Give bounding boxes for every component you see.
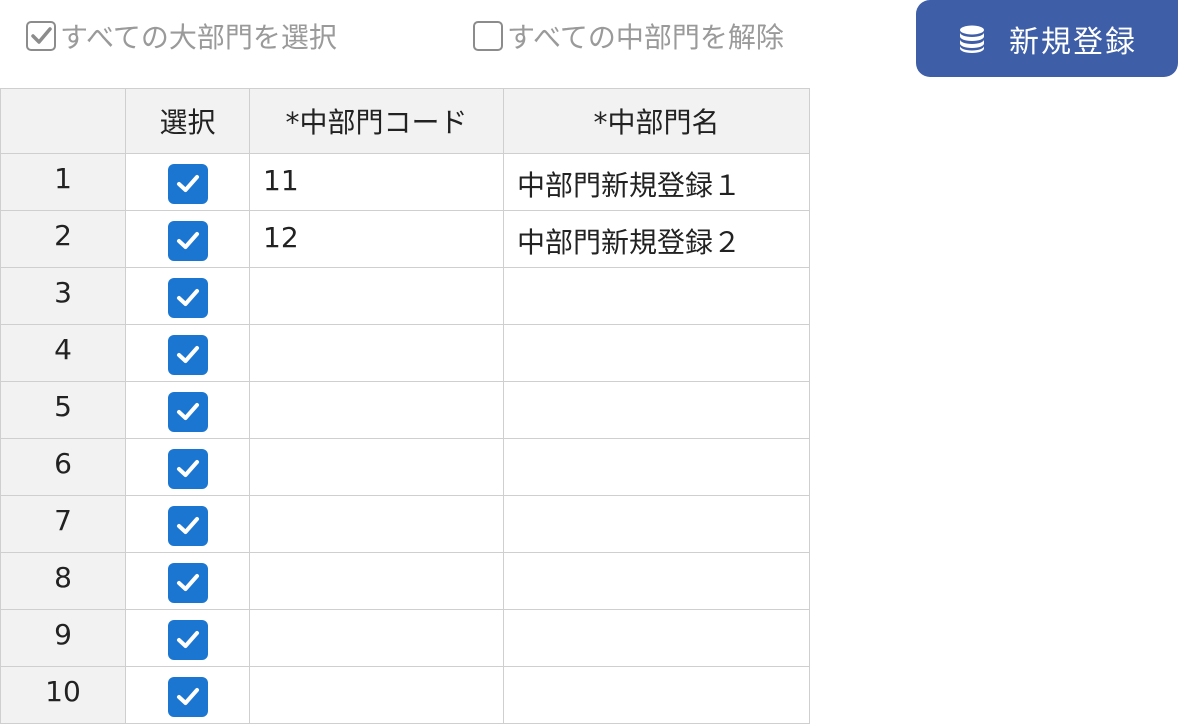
checkbox-checked-icon[interactable]: [26, 21, 56, 51]
table-row: 2 12 中部門新規登録２: [0, 210, 810, 268]
row-select-checkbox[interactable]: [167, 392, 208, 432]
middle-department-code-cell[interactable]: [249, 324, 504, 382]
table-row: 8: [0, 552, 810, 610]
row-number: 9: [0, 609, 126, 667]
select-cell: [125, 438, 250, 496]
middle-department-name-cell[interactable]: 中部門新規登録１: [503, 153, 810, 211]
middle-department-code-cell[interactable]: [249, 552, 504, 610]
checkmark-icon: [176, 175, 199, 192]
table-row: 7: [0, 495, 810, 553]
header-middle-department-code: *中部門コード: [249, 88, 504, 154]
middle-department-table: 選択 *中部門コード *中部門名 1 11 中部門新規登録１ 2 12 中部門新規登録２ 3…: [0, 88, 810, 724]
row-number: 10: [0, 666, 126, 724]
middle-department-name-cell[interactable]: [503, 609, 810, 667]
deselect-all-label: すべての中部門を解除: [507, 21, 784, 54]
select-cell: [125, 267, 250, 325]
checkmark-icon: [176, 517, 199, 534]
row-select-checkbox[interactable]: [167, 164, 208, 204]
select-cell: [125, 495, 250, 553]
middle-department-name-cell[interactable]: [503, 381, 810, 439]
checkmark-icon: [176, 403, 199, 420]
row-select-checkbox[interactable]: [167, 278, 208, 318]
table-row: 5: [0, 381, 810, 439]
row-select-checkbox[interactable]: [167, 677, 208, 717]
select-all-major-departments-toggle[interactable]: すべての大部門を選択: [26, 16, 337, 56]
checkmark-icon: [176, 688, 199, 705]
row-number: 7: [0, 495, 126, 553]
middle-department-code-cell[interactable]: 11: [249, 153, 504, 211]
middle-department-code-cell[interactable]: [249, 381, 504, 439]
checkmark-icon: [176, 346, 199, 363]
row-select-checkbox[interactable]: [167, 563, 208, 603]
select-cell: [125, 552, 250, 610]
middle-department-code-cell[interactable]: [249, 267, 504, 325]
middle-department-code-cell[interactable]: 12: [249, 210, 504, 268]
select-cell: [125, 666, 250, 724]
row-number: 1: [0, 153, 126, 211]
toolbar: すべての大部門を選択 すべての中部門を解除 新規登録: [0, 0, 1178, 80]
table-row: 10: [0, 666, 810, 724]
header-middle-department-name: *中部門名: [503, 88, 810, 154]
table-row: 6: [0, 438, 810, 496]
middle-department-code-cell[interactable]: [249, 609, 504, 667]
row-number: 4: [0, 324, 126, 382]
row-select-checkbox[interactable]: [167, 506, 208, 546]
row-select-checkbox[interactable]: [167, 221, 208, 261]
row-select-checkbox[interactable]: [167, 620, 208, 660]
middle-department-code-cell[interactable]: [249, 495, 504, 553]
checkbox-unchecked-icon[interactable]: [473, 21, 503, 51]
table-row: 3: [0, 267, 810, 325]
select-cell: [125, 609, 250, 667]
checkmark-icon: [176, 460, 199, 477]
row-select-checkbox[interactable]: [167, 449, 208, 489]
checkmark-icon: [176, 289, 199, 306]
row-number: 6: [0, 438, 126, 496]
table-header-row: 選択 *中部門コード *中部門名: [0, 88, 810, 154]
select-cell: [125, 324, 250, 382]
checkmark-icon: [176, 574, 199, 591]
new-register-label: 新規登録: [1009, 24, 1137, 60]
checkmark-icon: [176, 232, 199, 249]
middle-department-name-cell[interactable]: [503, 324, 810, 382]
database-icon: [957, 24, 987, 54]
row-select-checkbox[interactable]: [167, 335, 208, 375]
select-all-label: すべての大部門を選択: [60, 21, 337, 54]
table-body: 1 11 中部門新規登録１ 2 12 中部門新規登録２ 3 4 5 6 7 8 9 10: [0, 153, 810, 724]
row-number: 8: [0, 552, 126, 610]
middle-department-name-cell[interactable]: [503, 666, 810, 724]
middle-department-name-cell[interactable]: 中部門新規登録２: [503, 210, 810, 268]
row-number: 2: [0, 210, 126, 268]
table-row: 9: [0, 609, 810, 667]
table-row: 4: [0, 324, 810, 382]
middle-department-code-cell[interactable]: [249, 438, 504, 496]
middle-department-name-cell[interactable]: [503, 267, 810, 325]
select-cell: [125, 381, 250, 439]
middle-department-name-cell[interactable]: [503, 552, 810, 610]
table-row: 1 11 中部門新規登録１: [0, 153, 810, 211]
deselect-all-middle-departments-toggle[interactable]: すべての中部門を解除: [473, 16, 784, 56]
middle-department-name-cell[interactable]: [503, 495, 810, 553]
new-register-button[interactable]: 新規登録: [916, 0, 1178, 77]
select-cell: [125, 210, 250, 268]
row-number: 5: [0, 381, 126, 439]
header-select: 選択: [125, 88, 250, 154]
select-cell: [125, 153, 250, 211]
row-number: 3: [0, 267, 126, 325]
header-row-number: [0, 88, 126, 154]
checkmark-icon: [176, 631, 199, 648]
middle-department-code-cell[interactable]: [249, 666, 504, 724]
middle-department-name-cell[interactable]: [503, 438, 810, 496]
